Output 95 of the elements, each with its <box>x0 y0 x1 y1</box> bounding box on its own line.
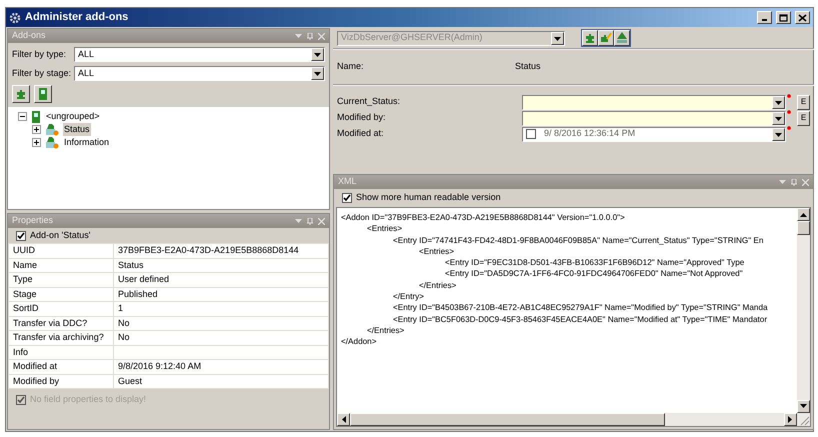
combo-field[interactable] <box>522 94 786 110</box>
code-line: <Entry ID="B4503B67-210B-4E72-AB1C48EC95279A1F" Name="Modified by" Type="STRING" Manda <box>393 302 769 314</box>
property-value: 1 <box>114 302 328 316</box>
expand-icon[interactable] <box>32 138 41 147</box>
combo-field[interactable] <box>522 110 786 126</box>
book-icon <box>31 110 41 122</box>
close-icon <box>798 14 807 22</box>
dropdown-button[interactable] <box>311 48 324 61</box>
property-value: Guest <box>114 374 328 388</box>
property-name: Modified by <box>8 374 114 388</box>
tree-icon <box>616 32 628 44</box>
edit-button[interactable] <box>598 30 614 46</box>
dropdown-button[interactable] <box>311 67 324 80</box>
property-name: SortID <box>8 302 114 316</box>
scroll-down-button[interactable] <box>797 400 810 413</box>
property-name: Modified at <box>8 360 114 374</box>
field-label: Modified by: <box>337 111 387 124</box>
code-line: <Entry ID="BC5F063D-D0C9-45F3-85463F45EACE4A0E" Name="Modified at" Type="TIME" Mandator <box>393 314 768 325</box>
code-line: </Addon> <box>341 336 378 348</box>
group-button[interactable] <box>34 85 52 103</box>
date-time-field[interactable]: 9/ 8/2016 12:36:14 PM <box>522 126 786 142</box>
scrollbar-thumb[interactable] <box>797 221 810 235</box>
name-value: Status <box>515 60 541 74</box>
code-line: <Addon ID="37B9FBE3-E2A0-473D-A219E5B8868D8144" Version="1.0.0.0"> <box>341 212 626 224</box>
right-arrow-icon <box>788 416 793 423</box>
collapse-icon[interactable] <box>18 112 27 121</box>
field-label: Name: <box>337 60 365 74</box>
filter-label: Filter by type: <box>12 48 68 61</box>
book-icon <box>38 88 48 100</box>
filter-label: Filter by stage: <box>12 66 72 80</box>
code-line: </Entry> <box>393 291 425 302</box>
dropdown-button[interactable] <box>772 96 785 108</box>
window-title: Administer add-ons <box>25 10 128 26</box>
tree-item[interactable]: Status <box>63 122 91 136</box>
option-label: Show more human readable version <box>356 191 501 204</box>
property-name: UUID <box>8 244 114 258</box>
export-button[interactable] <box>614 30 630 46</box>
puzzle-icon <box>584 32 596 44</box>
code-line: <Entry ID="F9EC31D8-D501-43FB-B10633F1F6B96D12" Name="Approved" Type <box>445 257 746 268</box>
property-value: 9/8/2016 9:12:40 AM <box>114 360 328 374</box>
tree-item[interactable]: <ungrouped> <box>45 110 101 124</box>
edit-button[interactable]: E <box>797 110 810 126</box>
down-arrow-icon <box>800 404 807 409</box>
field-label: Current_Status: <box>337 95 402 108</box>
up-arrow-icon <box>800 212 807 217</box>
checkbox[interactable] <box>16 230 26 240</box>
filter-dropdown[interactable]: ALL <box>74 47 325 62</box>
property-value: User defined <box>114 272 328 287</box>
scroll-up-button[interactable] <box>797 208 810 221</box>
edit-button[interactable]: E <box>797 94 810 110</box>
code-line: <Entries> <box>367 223 404 235</box>
maximize-icon <box>779 14 788 22</box>
property-name: Info <box>8 345 114 360</box>
property-name: Type <box>8 272 114 287</box>
expand-icon[interactable] <box>32 125 41 134</box>
code-line: </Entries> <box>367 324 406 336</box>
code-line: <Entry ID="74741F43-FD42-48D1-9F8BA0046F09B85A" Name="Current_Status" Type="STRING" En <box>393 234 764 246</box>
left-arrow-icon <box>341 416 346 423</box>
scroll-left-button[interactable] <box>337 413 350 426</box>
field-label: Modified at: <box>337 127 385 140</box>
puzzle-wand-icon <box>600 32 612 44</box>
property-value: No <box>114 330 328 345</box>
gear-icon <box>9 12 21 24</box>
checkbox[interactable] <box>342 193 352 203</box>
property-name: Stage <box>8 287 114 302</box>
dropdown-button[interactable] <box>772 128 785 140</box>
group-label: Add-on 'Status' <box>30 228 90 242</box>
close-button[interactable] <box>795 11 810 24</box>
scroll-right-button[interactable] <box>784 413 797 426</box>
checkbox[interactable] <box>526 129 536 139</box>
panel-title: Add-ons <box>12 29 46 42</box>
panel-title: XML <box>338 175 357 188</box>
property-value: 37B9FBE3-E2A0-473D-A219E5B8868D8144 <box>114 244 328 258</box>
caret-icon <box>313 70 322 77</box>
scrollbar-thumb[interactable] <box>350 413 665 426</box>
code-line: <Entry ID="DA5D9C7A-1FF6-4FC0-91FDC4964706FED0" Name="Not Approved" <box>445 268 744 280</box>
minimize-button[interactable] <box>757 11 772 24</box>
add-button[interactable] <box>12 85 30 103</box>
property-name: Transfer via DDC? <box>8 316 114 330</box>
code-line: </Entries> <box>419 280 458 292</box>
add-button[interactable] <box>582 30 598 46</box>
filter-dropdown[interactable]: ALL <box>74 66 325 81</box>
caret-icon <box>553 34 562 42</box>
property-name: Transfer via archiving? <box>8 330 114 345</box>
panel-title: Properties <box>12 214 54 228</box>
property-value: Published <box>114 287 328 302</box>
code-line: <Entries> <box>419 246 456 258</box>
property-value: Status <box>114 258 328 272</box>
tree-item[interactable]: Information <box>63 136 110 150</box>
property-name: Name <box>8 258 114 272</box>
maximize-button[interactable] <box>776 11 791 24</box>
caret-icon <box>313 51 322 58</box>
puzzle-icon <box>15 88 27 100</box>
property-value: No <box>114 316 328 330</box>
dropdown-button[interactable] <box>772 112 785 124</box>
